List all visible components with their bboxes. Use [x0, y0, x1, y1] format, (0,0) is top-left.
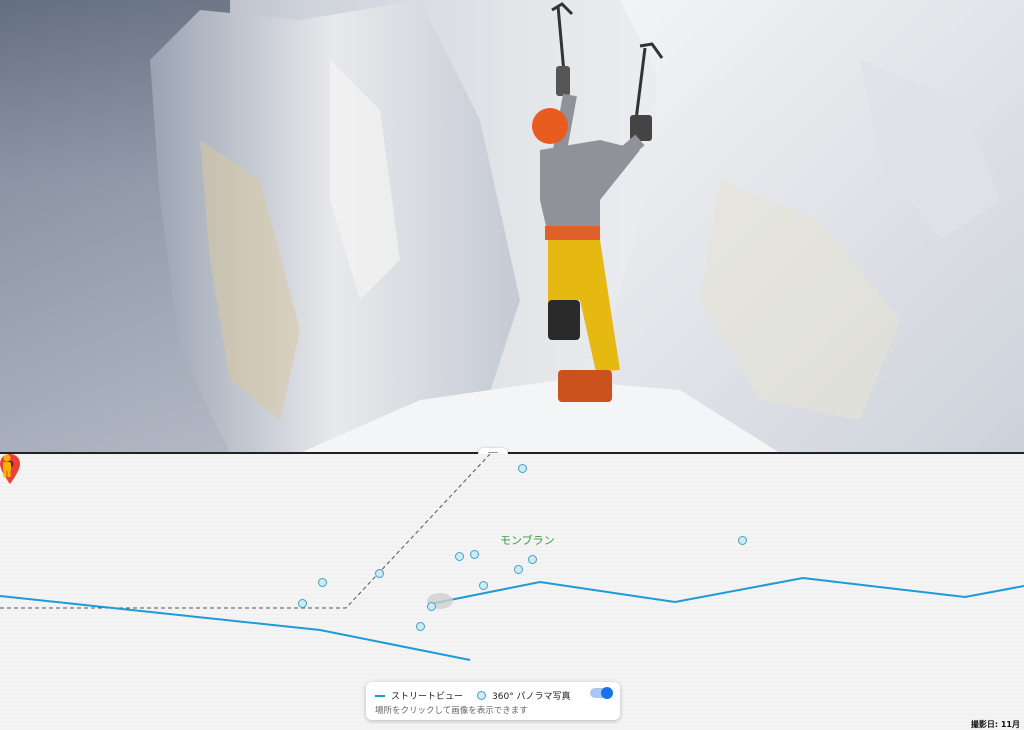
toggle-knob	[601, 687, 613, 699]
map-legend: ストリートビュー 360° パノラマ写真 場所をクリックして画像を表示できます	[366, 682, 620, 720]
panorama-dot-icon	[477, 691, 487, 700]
panorama-dot[interactable]	[375, 569, 384, 578]
panorama-dot[interactable]	[427, 602, 436, 611]
panorama-dot[interactable]	[738, 536, 747, 545]
panorama-dot[interactable]	[416, 622, 425, 631]
pegman-icon[interactable]	[0, 454, 14, 478]
panorama-legend-label: 360° パノラマ写真	[492, 692, 571, 702]
panorama-dot[interactable]	[514, 565, 523, 574]
panorama-viewer[interactable]	[0, 0, 1024, 453]
panorama-dot[interactable]	[318, 578, 327, 587]
street-view-line-icon	[375, 694, 385, 697]
panorama-dot[interactable]	[470, 550, 479, 559]
panorama-dot[interactable]	[455, 552, 464, 561]
panorama-scene	[150, 0, 1024, 453]
panorama-dot[interactable]	[528, 555, 537, 564]
panorama-dot[interactable]	[479, 581, 488, 590]
panorama-dot[interactable]	[298, 599, 307, 608]
map-panel[interactable]: モンブラン ストリートビュー 360° パノラマ写真 場所をクリックして画像を表…	[0, 454, 1024, 730]
legend-hint: 場所をクリックして画像を表示できます	[375, 706, 528, 716]
street-view-coverage	[0, 576, 1024, 661]
place-label[interactable]: モンブラン	[500, 532, 555, 548]
panorama-dot[interactable]	[518, 464, 527, 473]
capture-date: 撮影日: 11月	[970, 720, 1020, 729]
street-view-legend-label: ストリートビュー	[391, 692, 464, 702]
panorama-toggle-switch[interactable]	[590, 687, 613, 699]
